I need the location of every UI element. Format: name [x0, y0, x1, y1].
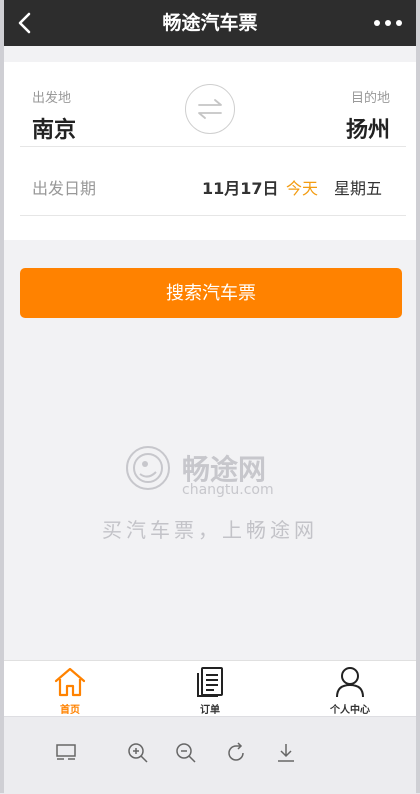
app-screen: 畅途汽车票 出发地 南京 目的地 扬州 出发日期 11月17日 今天 星期五 搜… [4, 0, 416, 794]
download-icon [278, 744, 294, 762]
layout-icon [56, 744, 76, 760]
swap-arrows-icon [198, 99, 222, 119]
divider [20, 215, 406, 216]
browser-toolbar [4, 716, 416, 794]
slogan: 买汽车票，上畅途网 [102, 518, 318, 542]
divider [20, 146, 406, 147]
today-badge: 今天 [286, 179, 319, 198]
orders-icon [197, 667, 223, 697]
zoom-out-button[interactable] [172, 739, 200, 767]
brand-area: 畅途网 changtu.com 买汽车票，上畅途网 [4, 442, 416, 562]
layout-button[interactable] [52, 739, 80, 767]
to-city[interactable]: 扬州 [346, 112, 390, 144]
changtu-logo-icon [126, 446, 170, 490]
more-dot [396, 20, 402, 26]
tab-profile-label: 个人中心 [330, 705, 370, 716]
tab-home[interactable]: 首页 [20, 661, 120, 717]
bottom-tab-bar: 首页 订单 个人中心 [4, 660, 416, 717]
date-label: 出发日期 [32, 179, 97, 198]
rotate-icon [228, 742, 244, 761]
more-button[interactable] [368, 10, 408, 36]
home-icon [54, 667, 86, 697]
swap-button[interactable] [185, 84, 235, 134]
trip-form: 出发地 南京 目的地 扬州 出发日期 11月17日 今天 星期五 [4, 62, 416, 240]
top-bar: 畅途汽车票 [4, 0, 416, 46]
more-dot [385, 20, 391, 26]
tab-profile[interactable]: 个人中心 [300, 661, 400, 717]
zoom-in-button[interactable] [124, 739, 152, 767]
date-value[interactable]: 11月17日 [202, 175, 279, 199]
to-label: 目的地 [350, 91, 390, 106]
from-label: 出发地 [32, 91, 72, 106]
more-dots-icon [374, 20, 380, 26]
right-edge-strip [416, 0, 420, 793]
logo-text-en: changtu.com [182, 482, 274, 498]
rotate-button[interactable] [222, 739, 250, 767]
page-title: 畅途汽车票 [162, 12, 258, 34]
zoom-out-icon [176, 743, 196, 763]
tab-orders[interactable]: 订单 [160, 661, 260, 717]
user-icon [336, 667, 364, 698]
tab-home-label: 首页 [60, 705, 80, 716]
search-tickets-button[interactable]: 搜索汽车票 [20, 268, 402, 318]
download-button[interactable] [272, 739, 300, 767]
zoom-in-icon [128, 743, 148, 763]
tab-orders-label: 订单 [200, 705, 220, 716]
from-city[interactable]: 南京 [32, 112, 76, 144]
weekday: 星期五 [334, 179, 383, 198]
